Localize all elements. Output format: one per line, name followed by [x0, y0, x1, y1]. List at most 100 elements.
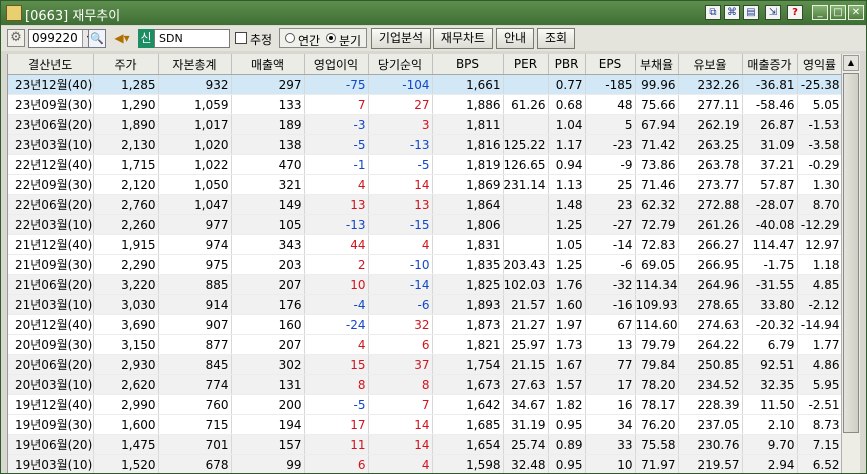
table-cell: 321 — [231, 174, 305, 195]
close-button[interactable]: ✕ — [848, 5, 864, 20]
column-header[interactable]: 부채율 — [635, 54, 679, 75]
table-row[interactable]: 19년09월(30) 1,600 715 194 17 14 1,685 31.19 0.95 3… — [8, 414, 842, 435]
export-icon[interactable]: ⇲ — [765, 5, 781, 20]
maximize-button[interactable]: □ — [830, 5, 846, 20]
speaker-icon[interactable]: ◀▾ — [110, 29, 134, 48]
scrollbar-thumb[interactable] — [843, 73, 859, 433]
stock-name-field[interactable]: SDN — [154, 29, 230, 48]
table-cell: 5 — [585, 114, 636, 135]
table-row[interactable]: 20년12월(40) 3,690 907 160 -24 32 1,873 21.27 1.97… — [8, 314, 842, 335]
table-cell: 1,825 — [432, 274, 504, 295]
table-cell: 1,059 — [158, 94, 232, 115]
print-icon[interactable]: ▤ — [743, 5, 759, 20]
table-cell: 207 — [231, 274, 305, 295]
column-header[interactable]: PER — [503, 54, 549, 75]
table-cell: 877 — [158, 334, 232, 355]
table-cell: 14 — [368, 174, 433, 195]
estimate-label: 추정 — [250, 33, 273, 47]
table-cell: 71.46 — [635, 174, 679, 195]
table-cell: 0.68 — [548, 94, 586, 115]
pin-icon[interactable]: ⌘ — [724, 5, 740, 20]
table-cell: 1,017 — [158, 114, 232, 135]
column-header[interactable]: 결산년도 — [8, 54, 94, 75]
table-row[interactable]: 22년12월(40) 1,715 1,022 470 -1 -5 1,819 126.65 0.… — [8, 154, 842, 175]
table-row[interactable]: 21년03월(10) 3,030 914 176 -4 -6 1,893 21.57 1.60-… — [8, 294, 842, 315]
table-cell: -13 — [304, 214, 369, 235]
table-cell: 932 — [158, 74, 232, 95]
table-cell: 8 — [304, 374, 369, 395]
guide-button[interactable]: 안내 — [496, 28, 534, 49]
financial-chart-button[interactable]: 재무차트 — [433, 28, 493, 49]
vertical-scrollbar[interactable]: ▲ — [841, 54, 860, 473]
column-header[interactable]: EPS — [585, 54, 636, 75]
table-cell: 977 — [158, 214, 232, 235]
table-cell: 22년12월(40) — [8, 154, 94, 175]
table-cell: -13 — [368, 134, 433, 155]
settings-gear-icon[interactable]: ⚙ — [7, 29, 25, 47]
column-header[interactable]: 주가 — [93, 54, 159, 75]
table-row[interactable]: 23년06월(20) 1,890 1,017 189 -3 3 1,811 1.04 5 67.9… — [8, 114, 842, 135]
table-cell: 274.63 — [678, 314, 743, 335]
minimize-button[interactable]: _ — [812, 5, 828, 20]
table-cell: 203 — [231, 254, 305, 275]
table-row[interactable]: 19년06월(20) 1,475 701 157 11 14 1,654 25.74 0.89 3… — [8, 434, 842, 455]
table-row[interactable]: 21년12월(40) 1,915 974 343 44 4 1,831 1.05 -14 72.8… — [8, 234, 842, 255]
restore-layout-icon[interactable]: ⧉ — [705, 5, 721, 20]
table-row[interactable]: 23년03월(10) 2,130 1,020 138 -5 -13 1,816 125.22 1… — [8, 134, 842, 155]
table-row[interactable]: 22년06월(20) 2,760 1,047 149 13 13 1,864 1.48 23 62… — [8, 194, 842, 215]
table-cell: 19년12월(40) — [8, 394, 94, 415]
column-header[interactable]: 매출액 — [231, 54, 305, 75]
table-row[interactable]: 20년09월(30) 3,150 877 207 4 6 1,821 25.97 1.73 13 7… — [8, 334, 842, 355]
table-row[interactable]: 19년03월(10) 1,520 678 99 6 4 1,598 32.48 0.95 10 71… — [8, 454, 842, 473]
table-cell: 1,831 — [432, 234, 504, 255]
table-row[interactable]: 20년06월(20) 2,930 845 302 15 37 1,754 21.15 1.67 7… — [8, 354, 842, 375]
table-cell: -4 — [304, 294, 369, 315]
search-icon[interactable]: 🔍 — [88, 29, 106, 48]
table-cell: 1,816 — [432, 134, 504, 155]
app-icon — [6, 5, 22, 21]
help-icon[interactable]: ? — [787, 5, 803, 20]
table-row[interactable]: 22년09월(30) 2,120 1,050 321 4 14 1,869 231.14 1.1… — [8, 174, 842, 195]
table-row[interactable]: 20년03월(10) 2,620 774 131 8 8 1,673 27.63 1.57 17 7… — [8, 374, 842, 395]
column-header[interactable]: 영업이익 — [304, 54, 369, 75]
table-cell: 232.26 — [678, 74, 743, 95]
scroll-up-icon[interactable]: ▲ — [843, 55, 859, 71]
column-header[interactable]: 영익률 — [797, 54, 842, 75]
table-cell: 2,130 — [93, 134, 159, 155]
table-row[interactable]: 23년12월(40) 1,285 932 297 -75 -104 1,661 0.77 -18… — [8, 74, 842, 95]
table-cell: 1.82 — [548, 394, 586, 415]
table-cell: 23년06월(20) — [8, 114, 94, 135]
table-cell: 37.21 — [742, 154, 798, 175]
table-row[interactable]: 22년03월(10) 2,260 977 105 -13 -15 1,806 1.25 -27 7… — [8, 214, 842, 235]
column-header[interactable]: PBR — [548, 54, 586, 75]
estimate-checkbox[interactable] — [235, 32, 247, 44]
company-analysis-button[interactable]: 기업분석 — [371, 28, 431, 49]
table-cell: 207 — [231, 334, 305, 355]
title-bar[interactable]: [0663] 재무추이 ⧉ ⌘ ▤ ⇲ ? _ □ ✕ — [1, 1, 866, 25]
table-cell: 67 — [585, 314, 636, 335]
table-cell: 15 — [304, 354, 369, 375]
table-row[interactable]: 21년06월(20) 3,220 885 207 10 -14 1,825 102.03 1.7… — [8, 274, 842, 295]
table-cell: 2.94 — [742, 454, 798, 473]
table-row[interactable]: 23년09월(30) 1,290 1,059 133 7 27 1,886 61.26 0.68… — [8, 94, 842, 115]
table-cell: 72.83 — [635, 234, 679, 255]
quarter-radio[interactable] — [326, 33, 336, 43]
table-cell: -3.58 — [797, 134, 842, 155]
table-cell: 1,047 — [158, 194, 232, 215]
table-cell: -20.32 — [742, 314, 798, 335]
column-header[interactable]: BPS — [432, 54, 504, 75]
table-cell: 1.25 — [548, 254, 586, 275]
table-cell: 1,290 — [93, 94, 159, 115]
table-row[interactable]: 21년09월(30) 2,290 975 203 2 -10 1,835 203.43 1.25… — [8, 254, 842, 275]
table-cell: 125.22 — [503, 134, 549, 155]
table-cell: 1.77 — [797, 334, 842, 355]
query-button[interactable]: 조회 — [537, 28, 575, 49]
column-header[interactable]: 당기순익 — [368, 54, 433, 75]
annual-radio[interactable] — [285, 33, 295, 43]
table-cell: 157 — [231, 434, 305, 455]
column-header[interactable]: 자본총계 — [158, 54, 232, 75]
table-cell: 1,873 — [432, 314, 504, 335]
column-header[interactable]: 유보율 — [678, 54, 743, 75]
table-row[interactable]: 19년12월(40) 2,990 760 200 -5 7 1,642 34.67 1.82 16… — [8, 394, 842, 415]
column-header[interactable]: 매출증가 — [742, 54, 798, 75]
